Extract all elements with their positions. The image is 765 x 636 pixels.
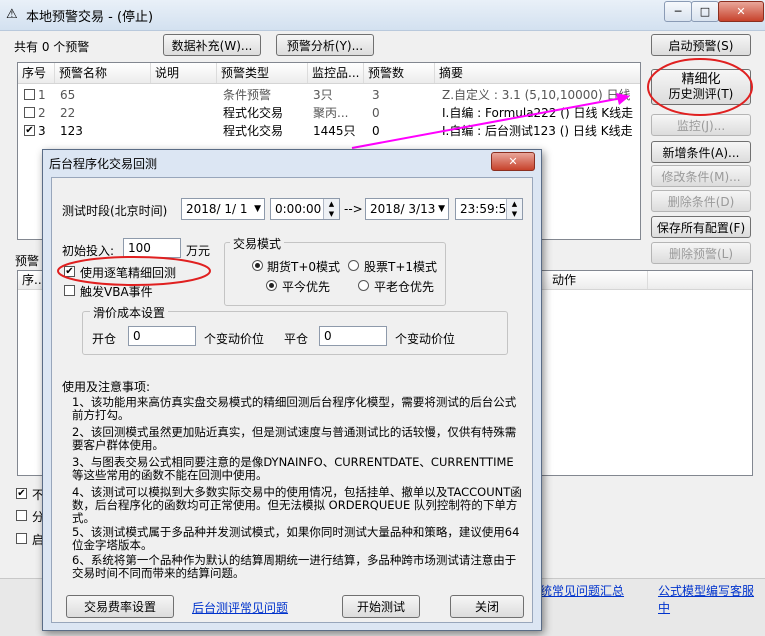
period-label: 测试时段(北京时间): [62, 204, 168, 218]
stock-mode-radio[interactable]: [348, 260, 359, 271]
close-yesterday-label: 平老仓优先: [374, 280, 435, 294]
dialog-close-footer-button[interactable]: 关闭: [450, 595, 524, 618]
annotation-arrow-head: [616, 93, 630, 105]
chevron-down-icon[interactable]: ▼: [438, 199, 445, 219]
period-arrow: -->: [344, 202, 363, 216]
annotation-arrow-line: [351, 97, 623, 149]
open-slippage-unit: 个变动价位: [204, 332, 265, 346]
close-today-radio[interactable]: [266, 280, 277, 291]
end-time-spinner[interactable]: ▲ ▼: [506, 199, 522, 219]
dialog-title: 后台程序化交易回测: [49, 157, 158, 171]
backtest-dialog: 后台程序化交易回测 ✕ 测试时段(北京时间) 2018/ 1/ 1 ▼ 0:00…: [42, 149, 542, 631]
open-label: 开仓: [92, 332, 117, 346]
trade-mode-label: 交易模式: [230, 235, 285, 252]
start-test-button[interactable]: 开始测试: [342, 595, 420, 618]
close-label: 平仓: [284, 332, 309, 346]
start-time-spinner[interactable]: ▲ ▼: [323, 199, 339, 219]
backtest-faq-link[interactable]: 后台测评常见问题: [192, 599, 288, 616]
end-date-picker[interactable]: 2018/ 3/13 ▼: [365, 198, 449, 220]
chevron-down-icon[interactable]: ▼: [254, 199, 261, 219]
end-date-value: 2018/ 3/13: [370, 202, 436, 216]
dialog-body: 测试时段(北京时间) 2018/ 1/ 1 ▼ 0:00:00 ▲ ▼ --> 2…: [51, 177, 533, 623]
slippage-label: 滑价成本设置: [90, 304, 169, 321]
close-yesterday-radio[interactable]: [358, 280, 369, 291]
dialog-close-button[interactable]: ✕: [491, 152, 535, 171]
note-item: 1、该功能用来高仿真实盘交易模式的精细回测后台程序化模型，需要将测试的后台公式前…: [72, 395, 517, 422]
start-time-field[interactable]: 0:00:00 ▲ ▼: [270, 198, 340, 220]
stock-mode-label: 股票T+1模式: [364, 260, 438, 274]
note-item: 4、该测试可以模拟到大多数实际交易中的使用情况，包括挂单、撤单以及TACCOUN…: [72, 485, 522, 525]
notes-title: 使用及注意事项:: [62, 380, 151, 394]
note-item: 5、该测试模式属于多品种并发测试模式，如果你同时测试大量品种和策略，建议使用64…: [72, 525, 520, 552]
close-slippage-unit: 个变动价位: [395, 332, 456, 346]
close-today-label: 平今优先: [282, 280, 331, 294]
end-time-field[interactable]: 23:59:59 ▲ ▼: [455, 198, 523, 220]
note-item: 3、与图表交易公式相同要注意的是像DYNAINFO、CURRENTDATE、CU…: [72, 455, 514, 482]
fee-settings-button[interactable]: 交易费率设置: [66, 595, 174, 618]
close-slippage-input[interactable]: 0: [319, 326, 387, 346]
futures-mode-label: 期货T+0模式: [267, 260, 341, 274]
highlight-ellipse-backtest: [647, 58, 753, 116]
note-item: 6、系统将第一个品种作为默认的结算周期统一进行结算，多品种跨市场测试请注意由于交…: [72, 553, 517, 580]
start-date-value: 2018/ 1/ 1: [186, 202, 248, 216]
open-slippage-input[interactable]: 0: [128, 326, 196, 346]
note-item: 2、该回测模式虽然更加贴近真实，但是测试速度与普通测试比的话较慢，仅供有特殊需要…: [72, 425, 517, 452]
highlight-ellipse-fine: [57, 256, 211, 286]
start-time-value: 0:00:00: [275, 202, 322, 216]
futures-mode-radio[interactable]: [252, 260, 263, 271]
start-date-picker[interactable]: 2018/ 1/ 1 ▼: [181, 198, 265, 220]
